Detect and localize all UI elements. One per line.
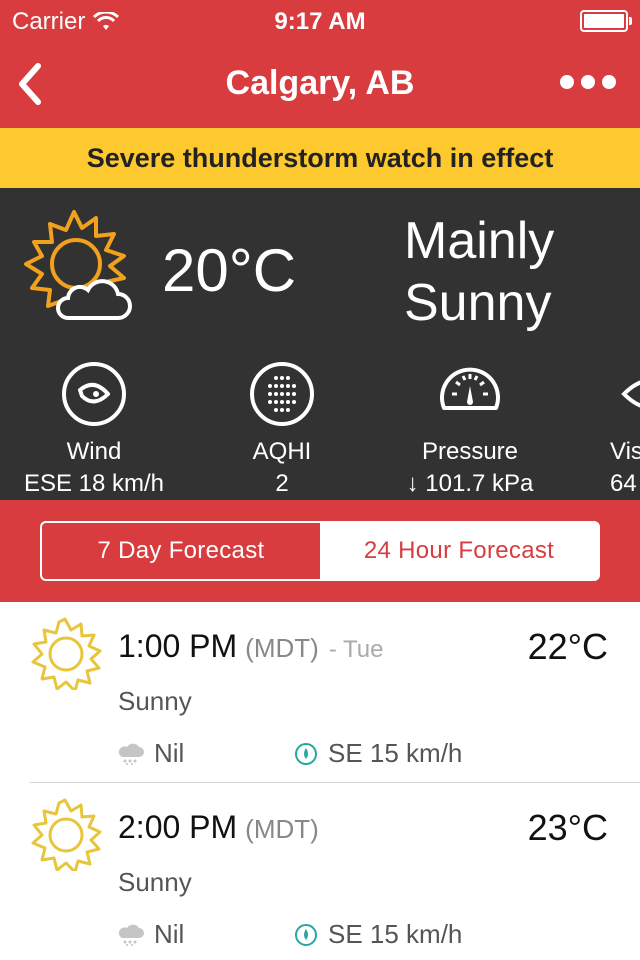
metric-label: Pressure	[421, 438, 519, 465]
metric-wind[interactable]: Wind ESE 18 km/h	[0, 360, 194, 498]
wind-direction-icon	[295, 742, 317, 765]
tab-24-hour-forecast[interactable]: 24 Hour Forecast	[320, 523, 598, 579]
forecast-temperature: 23°C	[527, 807, 608, 848]
ellipsis-icon	[560, 75, 574, 89]
tab-7-day-forecast[interactable]: 7 Day Forecast	[42, 523, 320, 579]
time-value: 2:00 PM	[118, 809, 238, 845]
metric-pressure[interactable]: Pressure ↓ 101.7 kPa	[370, 360, 570, 498]
time-value: 1:00 PM	[118, 628, 238, 664]
page-title: Calgary, AB	[225, 64, 415, 102]
metric-label: AQHI	[252, 438, 312, 465]
sun-icon	[31, 617, 102, 690]
forecast-condition: Sunny	[118, 867, 192, 897]
gauge-icon	[440, 367, 500, 410]
status-bar: Carrier 9:17 AM	[0, 0, 640, 40]
day-label: - Tue	[328, 636, 384, 663]
metric-visibility[interactable]: Vis 64	[566, 360, 640, 498]
precip-value: Nil	[154, 738, 185, 768]
nav-bar: Calgary, AB	[0, 40, 640, 128]
list-item[interactable]: 1:00 PM (MDT) - Tue 22°C Sunny Nil SE 15 k…	[0, 602, 640, 783]
eye-icon	[621, 380, 640, 408]
rain-cloud-icon	[118, 743, 144, 765]
timezone: (MDT)	[245, 814, 319, 844]
wind-value: SE 15 km/h	[328, 738, 463, 768]
forecast-time: 2:00 PM (MDT)	[118, 809, 329, 846]
metric-value: 2	[275, 470, 289, 497]
forecast-time: 1:00 PM (MDT) - Tue	[118, 628, 384, 665]
forecast-wind: SE 15 km/h	[294, 738, 462, 769]
battery-icon	[580, 10, 632, 32]
precipitation: Nil	[118, 919, 184, 950]
current-condition: Mainly Sunny	[404, 210, 554, 334]
more-button[interactable]	[560, 70, 616, 94]
metric-value: ESE 18 km/h	[23, 470, 165, 497]
list-item[interactable]: 2:00 PM (MDT) 23°C Sunny Nil SE 15 km/h	[0, 783, 640, 960]
wind-direction-icon	[295, 923, 317, 946]
sun-cloud-icon	[24, 210, 132, 320]
weather-alert-banner[interactable]: Severe thunderstorm watch in effect	[0, 128, 640, 188]
aqhi-icon	[250, 362, 314, 426]
sun-icon	[31, 798, 102, 871]
top-bar: Carrier 9:17 AM Calgary, AB	[0, 0, 640, 128]
wind-value: SE 15 km/h	[328, 919, 463, 949]
forecast-segmented-control: 7 Day Forecast 24 Hour Forecast	[40, 521, 600, 581]
precip-value: Nil	[154, 919, 185, 949]
forecast-condition: Sunny	[118, 686, 192, 716]
forecast-wind: SE 15 km/h	[294, 919, 462, 950]
metric-value: ↓ 101.7 kPa	[406, 470, 534, 497]
metric-label: Vis	[610, 438, 640, 465]
current-temperature: 20°C	[162, 237, 297, 304]
hourly-forecast-list: 1:00 PM (MDT) - Tue 22°C Sunny Nil SE 15 k…	[0, 602, 640, 960]
clock: 9:17 AM	[274, 8, 366, 35]
forecast-temperature: 22°C	[527, 626, 608, 667]
metric-aqhi[interactable]: AQHI 2	[182, 360, 382, 498]
current-conditions: 20°C Mainly Sunny Wind ESE 18 km/h AQHI …	[0, 188, 640, 500]
metric-value: 64	[610, 470, 637, 497]
rain-cloud-icon	[118, 924, 144, 946]
precipitation: Nil	[118, 738, 184, 769]
forecast-tabs-area: 7 Day Forecast 24 Hour Forecast	[0, 500, 640, 602]
condition-line-2: Sunny	[404, 274, 552, 332]
timezone: (MDT)	[245, 633, 319, 663]
condition-line-1: Mainly	[404, 212, 555, 270]
metric-label: Wind	[66, 438, 122, 465]
wind-icon	[62, 362, 126, 426]
